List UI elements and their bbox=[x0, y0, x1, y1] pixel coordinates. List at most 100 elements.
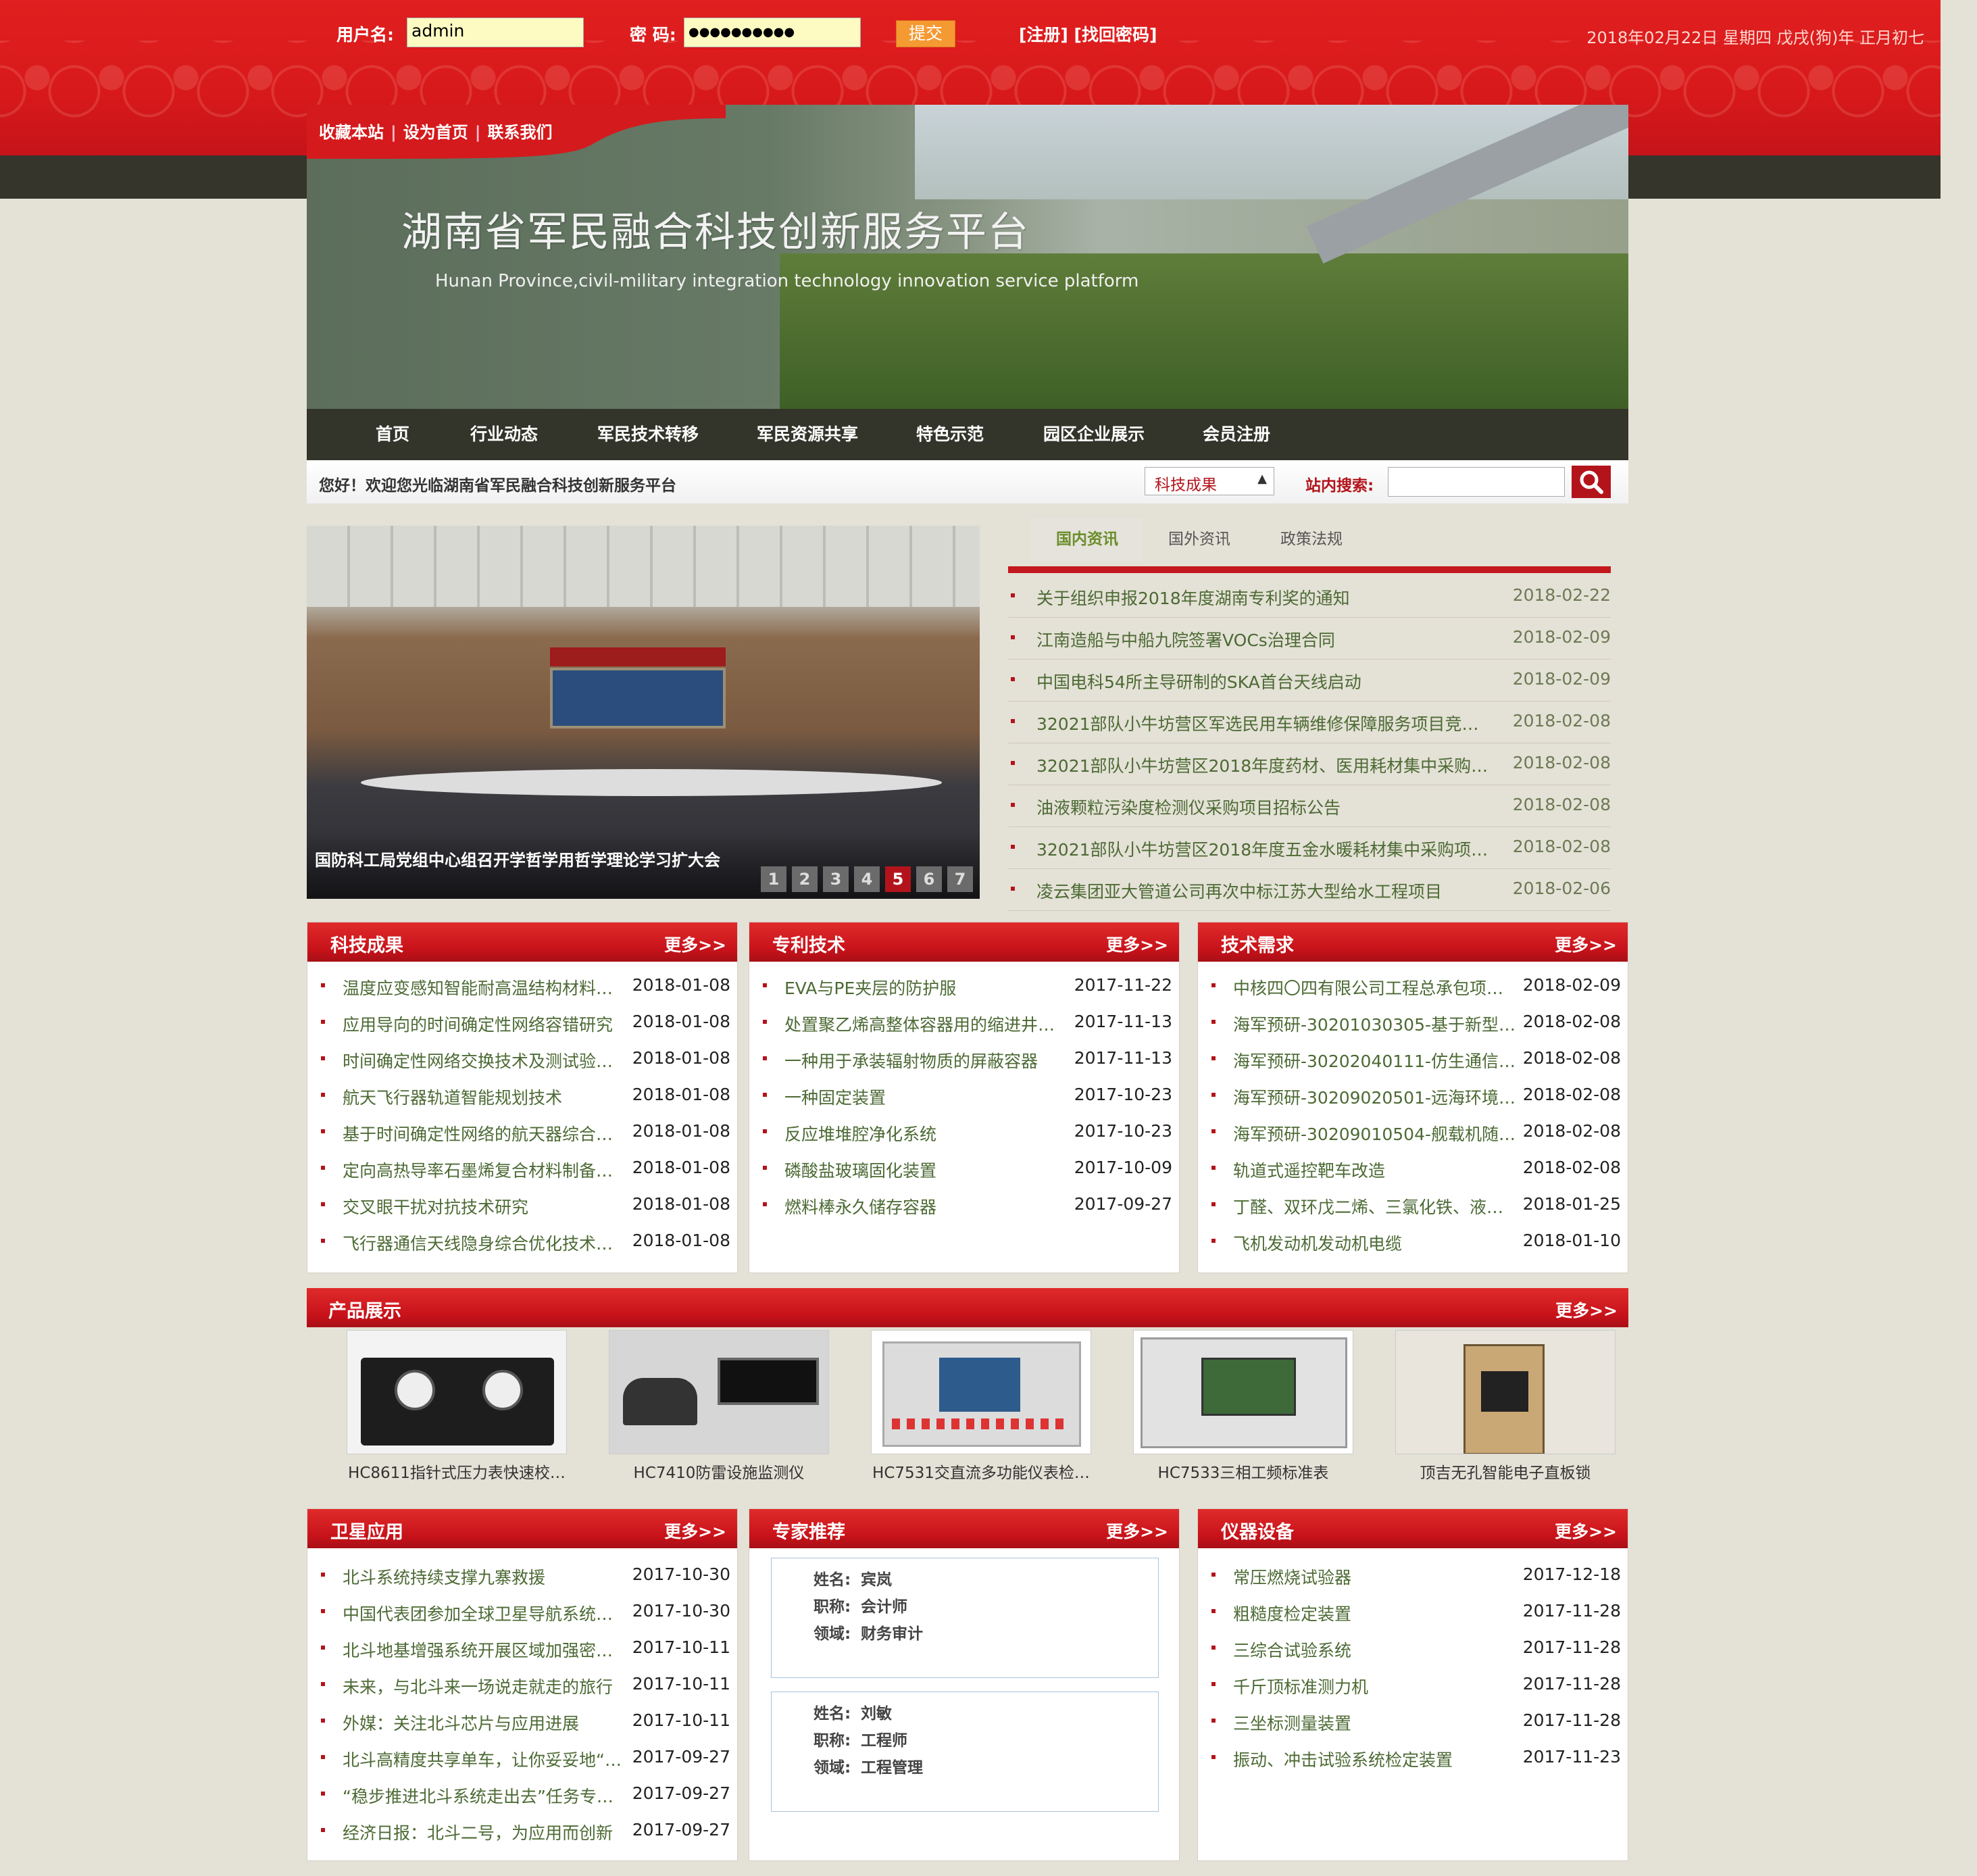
list-item-title[interactable]: 北斗系统持续支撑九寨救援 bbox=[343, 1564, 633, 1589]
list-item[interactable]: 经济日报：北斗二号，为应用而创新 2017-09-27 bbox=[307, 1813, 737, 1850]
more-link[interactable]: 更多>> bbox=[664, 932, 726, 956]
news-title[interactable]: 油液颗粒污染度检测仪采购项目招标公告 bbox=[1036, 795, 1496, 819]
list-item-title[interactable]: 应用导向的时间确定性网络容错研究 bbox=[343, 1012, 633, 1036]
list-item[interactable]: 反应堆堆腔净化系统 2017-10-23 bbox=[749, 1114, 1179, 1151]
list-item-title[interactable]: 海军预研-30202040111-仿生通信… bbox=[1233, 1048, 1524, 1072]
list-item-title[interactable]: 北斗高精度共享单车，让你妥妥地“… bbox=[343, 1747, 633, 1771]
list-item-title[interactable]: 外媒：关注北斗芯片与应用进展 bbox=[343, 1710, 633, 1735]
list-item-title[interactable]: 常压燃烧试验器 bbox=[1233, 1564, 1524, 1589]
expert-card[interactable]: 姓名: 刘敏 职称: 工程师 领域: 工程管理 bbox=[771, 1692, 1159, 1812]
list-item[interactable]: 振动、冲击试验系统检定装置 2017-11-23 bbox=[1198, 1740, 1628, 1777]
product-item[interactable]: 顶吉无孔智能电子直板锁 bbox=[1395, 1330, 1616, 1483]
list-item-title[interactable]: 粗糙度检定装置 bbox=[1233, 1601, 1524, 1625]
news-row[interactable]: 32021部队小牛坊营区2018年度药材、医用耗材集中采购… 2018-02-08 bbox=[1008, 743, 1611, 785]
more-link[interactable]: 更多>> bbox=[664, 1519, 726, 1543]
search-category-select[interactable]: 科技成果 ▲ bbox=[1145, 467, 1274, 495]
login-submit-button[interactable]: 提交 bbox=[896, 20, 955, 47]
list-item[interactable]: 北斗系统持续支撑九寨救援 2017-10-30 bbox=[307, 1558, 737, 1594]
list-item-title[interactable]: 中国代表团参加全球卫星导航系统… bbox=[343, 1601, 633, 1625]
list-item[interactable]: 北斗地基增强系统开展区域加强密… 2017-10-11 bbox=[307, 1631, 737, 1667]
nav-member-register[interactable]: 会员注册 bbox=[1203, 409, 1270, 460]
list-item-title[interactable]: 千斤顶标准测力机 bbox=[1233, 1674, 1524, 1698]
list-item[interactable]: 时间确定性网络交换技术及测试验… 2018-01-08 bbox=[307, 1041, 737, 1078]
news-title[interactable]: 凌云集团亚大管道公司再次中标江苏大型给水工程项目 bbox=[1036, 879, 1496, 903]
list-item-title[interactable]: 经济日报：北斗二号，为应用而创新 bbox=[343, 1820, 633, 1844]
list-item[interactable]: 丁醛、双环戊二烯、三氯化铁、液… 2018-01-25 bbox=[1198, 1187, 1628, 1224]
news-row[interactable]: 关于组织申报2018年度湖南专利奖的通知 2018-02-22 bbox=[1008, 576, 1611, 618]
contact-link[interactable]: 联系我们 bbox=[488, 123, 553, 142]
list-item-title[interactable]: “稳步推进北斗系统走出去”任务专… bbox=[343, 1783, 633, 1808]
news-row[interactable]: 中国电科54所主导研制的SKA首台天线启动 2018-02-09 bbox=[1008, 660, 1611, 701]
list-item[interactable]: 中核四〇四有限公司工程总承包项… 2018-02-09 bbox=[1198, 968, 1628, 1005]
nav-home[interactable]: 首页 bbox=[376, 409, 409, 460]
list-item[interactable]: 磷酸盐玻璃固化装置 2017-10-09 bbox=[749, 1151, 1179, 1187]
news-title[interactable]: 32021部队小牛坊营区2018年度五金水暖耗材集中采购项… bbox=[1036, 837, 1496, 861]
more-link[interactable]: 更多>> bbox=[1555, 1298, 1618, 1322]
tab-domestic-news[interactable]: 国内资讯 bbox=[1031, 518, 1143, 561]
list-item-title[interactable]: 三坐标测量装置 bbox=[1233, 1710, 1524, 1735]
list-item-title[interactable]: 燃料棒永久储存容器 bbox=[784, 1194, 1075, 1218]
slide-dot-5[interactable]: 5 bbox=[885, 866, 911, 892]
more-link[interactable]: 更多>> bbox=[1555, 1519, 1617, 1543]
list-item-title[interactable]: 未来，与北斗来一场说走就走的旅行 bbox=[343, 1674, 633, 1698]
list-item[interactable]: 北斗高精度共享单车，让你妥妥地“… 2017-09-27 bbox=[307, 1740, 737, 1777]
list-item-title[interactable]: 飞机发动机发动机电缆 bbox=[1233, 1231, 1524, 1255]
news-slideshow[interactable]: 国防科工局党组中心组召开学哲学用哲学理论学习扩大会 1 2 3 4 5 6 7 bbox=[307, 526, 980, 899]
news-row[interactable]: 32021部队小牛坊营区2018年度五金水暖耗材集中采购项… 2018-02-08 bbox=[1008, 827, 1611, 869]
list-item-title[interactable]: EVA与PE夹层的防护服 bbox=[784, 975, 1075, 999]
list-item-title[interactable]: 海军预研-30209020501-远海环境… bbox=[1233, 1085, 1524, 1109]
list-item[interactable]: 三坐标测量装置 2017-11-28 bbox=[1198, 1704, 1628, 1740]
nav-demonstration[interactable]: 特色示范 bbox=[916, 409, 984, 460]
list-item-title[interactable]: 中核四〇四有限公司工程总承包项… bbox=[1233, 975, 1524, 999]
slide-dot-2[interactable]: 2 bbox=[792, 866, 818, 892]
list-item[interactable]: 海军预研-30201030305-基于新型… 2018-02-08 bbox=[1198, 1005, 1628, 1041]
nav-park-enterprises[interactable]: 园区企业展示 bbox=[1043, 409, 1145, 460]
list-item[interactable]: 外媒：关注北斗芯片与应用进展 2017-10-11 bbox=[307, 1704, 737, 1740]
list-item[interactable]: 未来，与北斗来一场说走就走的旅行 2017-10-11 bbox=[307, 1667, 737, 1704]
list-item-title[interactable]: 北斗地基增强系统开展区域加强密… bbox=[343, 1637, 633, 1662]
list-item-title[interactable]: 定向高热导率石墨烯复合材料制备… bbox=[343, 1158, 633, 1182]
list-item[interactable]: 飞机发动机发动机电缆 2018-01-10 bbox=[1198, 1224, 1628, 1260]
list-item-title[interactable]: 丁醛、双环戊二烯、三氯化铁、液… bbox=[1233, 1194, 1524, 1218]
list-item-title[interactable]: 飞行器通信天线隐身综合优化技术… bbox=[343, 1231, 633, 1255]
more-link[interactable]: 更多>> bbox=[1555, 932, 1617, 956]
list-item[interactable]: 轨道式遥控靶车改造 2018-02-08 bbox=[1198, 1151, 1628, 1187]
list-item-title[interactable]: 一种固定装置 bbox=[784, 1085, 1075, 1109]
list-item[interactable]: 一种固定装置 2017-10-23 bbox=[749, 1078, 1179, 1114]
list-item[interactable]: 温度应变感知智能耐高温结构材料… 2018-01-08 bbox=[307, 968, 737, 1005]
expert-card[interactable]: 姓名: 宾岚 职称: 会计师 领域: 财务审计 bbox=[771, 1558, 1159, 1678]
list-item-title[interactable]: 振动、冲击试验系统检定装置 bbox=[1233, 1747, 1524, 1771]
list-item[interactable]: 基于时间确定性网络的航天器综合… 2018-01-08 bbox=[307, 1114, 737, 1151]
slide-dot-1[interactable]: 1 bbox=[761, 866, 786, 892]
nav-resource-sharing[interactable]: 军民资源共享 bbox=[757, 409, 858, 460]
list-item-title[interactable]: 交叉眼干扰对抗技术研究 bbox=[343, 1194, 633, 1218]
news-row[interactable]: 油液颗粒污染度检测仪采购项目招标公告 2018-02-08 bbox=[1008, 785, 1611, 827]
list-item-title[interactable]: 时间确定性网络交换技术及测试验… bbox=[343, 1048, 633, 1072]
list-item-title[interactable]: 反应堆堆腔净化系统 bbox=[784, 1121, 1075, 1145]
slide-dot-4[interactable]: 4 bbox=[854, 866, 880, 892]
news-title[interactable]: 32021部队小牛坊营区2018年度药材、医用耗材集中采购… bbox=[1036, 753, 1496, 777]
list-item-title[interactable]: 磷酸盐玻璃固化装置 bbox=[784, 1158, 1075, 1182]
slideshow-caption[interactable]: 国防科工局党组中心组召开学哲学用哲学理论学习扩大会 bbox=[315, 847, 720, 870]
list-item[interactable]: 三综合试验系统 2017-11-28 bbox=[1198, 1631, 1628, 1667]
product-item[interactable]: HC7531交直流多功能仪表检… bbox=[871, 1330, 1091, 1483]
news-title[interactable]: 中国电科54所主导研制的SKA首台天线启动 bbox=[1036, 669, 1496, 693]
list-item[interactable]: 定向高热导率石墨烯复合材料制备… 2018-01-08 bbox=[307, 1151, 737, 1187]
list-item[interactable]: 海军预研-30202040111-仿生通信… 2018-02-08 bbox=[1198, 1041, 1628, 1078]
news-title[interactable]: 关于组织申报2018年度湖南专利奖的通知 bbox=[1036, 585, 1496, 610]
list-item[interactable]: 中国代表团参加全球卫星导航系统… 2017-10-30 bbox=[307, 1594, 737, 1631]
product-item[interactable]: HC7533三相工频标准表 bbox=[1133, 1330, 1353, 1483]
list-item-title[interactable]: 轨道式遥控靶车改造 bbox=[1233, 1158, 1524, 1182]
list-item[interactable]: 海军预研-30209020501-远海环境… 2018-02-08 bbox=[1198, 1078, 1628, 1114]
slide-dot-3[interactable]: 3 bbox=[823, 866, 849, 892]
news-row[interactable]: 江南造船与中船九院签署VOCs治理合同 2018-02-09 bbox=[1008, 618, 1611, 660]
search-input[interactable] bbox=[1388, 467, 1565, 497]
more-link[interactable]: 更多>> bbox=[1106, 932, 1168, 956]
list-item[interactable]: 应用导向的时间确定性网络容错研究 2018-01-08 bbox=[307, 1005, 737, 1041]
list-item[interactable]: 航天飞行器轨道智能规划技术 2018-01-08 bbox=[307, 1078, 737, 1114]
news-row[interactable]: 32021部队小牛坊营区军选民用车辆维修保障服务项目竞… 2018-02-08 bbox=[1008, 701, 1611, 743]
list-item[interactable]: EVA与PE夹层的防护服 2017-11-22 bbox=[749, 968, 1179, 1005]
news-title[interactable]: 32021部队小牛坊营区军选民用车辆维修保障服务项目竞… bbox=[1036, 711, 1496, 735]
list-item-title[interactable]: 海军预研-30209010504-舰载机随… bbox=[1233, 1121, 1524, 1145]
list-item-title[interactable]: 处置聚乙烯高整体容器用的缩进井… bbox=[784, 1012, 1075, 1036]
